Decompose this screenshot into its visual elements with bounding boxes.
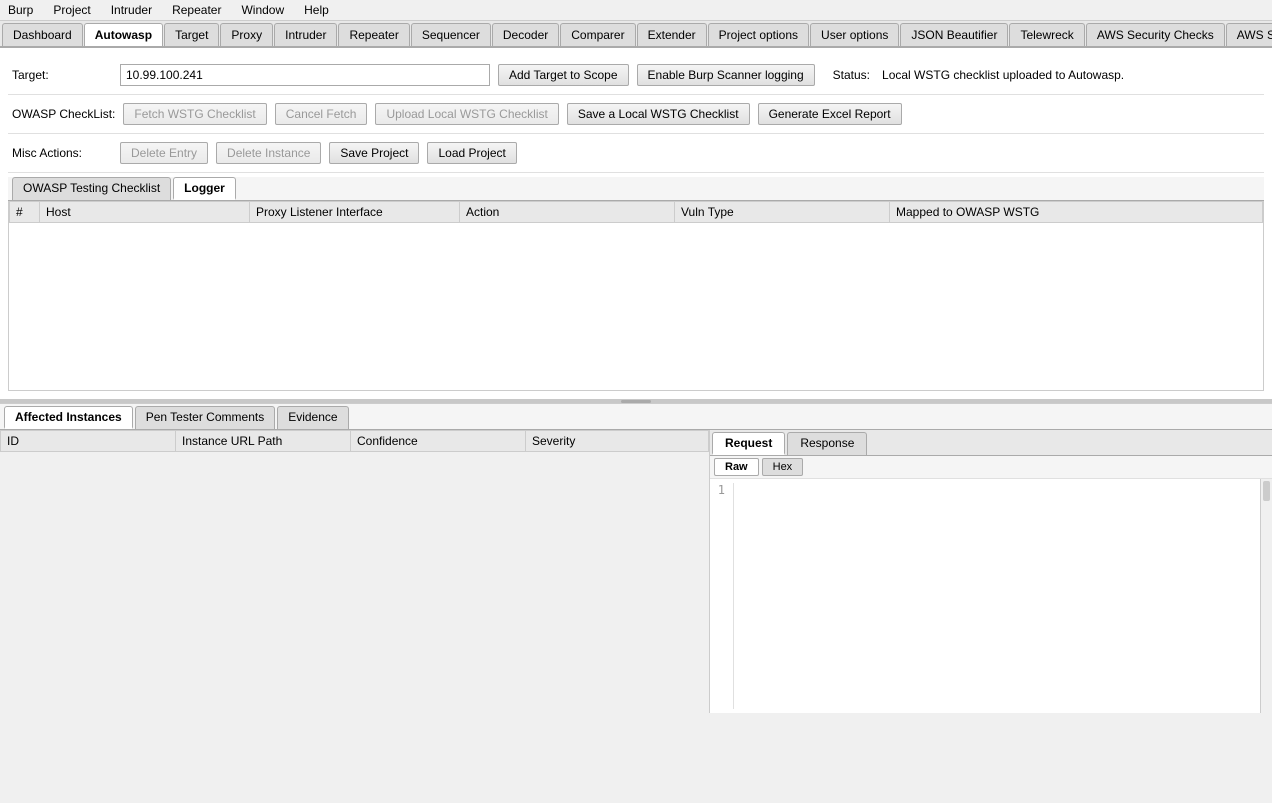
tab-target[interactable]: Target <box>164 23 219 46</box>
upload-wstg-button[interactable]: Upload Local WSTG Checklist <box>375 103 558 125</box>
save-wstg-button[interactable]: Save a Local WSTG Checklist <box>567 103 750 125</box>
target-input[interactable] <box>120 64 490 86</box>
request-sub-tab-bar: Raw Hex <box>710 456 1272 479</box>
instances-table-container: ID Instance URL Path Confidence Severity <box>0 430 710 713</box>
scrollbar-thumb[interactable] <box>1263 481 1270 501</box>
tab-json-beautifier[interactable]: JSON Beautifier <box>900 23 1008 46</box>
col-severity: Severity <box>526 431 709 452</box>
tab-logger[interactable]: Logger <box>173 177 236 200</box>
logger-table-container: # Host Proxy Listener Interface Action V… <box>8 201 1264 391</box>
tab-sequencer[interactable]: Sequencer <box>411 23 491 46</box>
col-host: Host <box>40 202 250 223</box>
tab-user-options[interactable]: User options <box>810 23 899 46</box>
tab-repeater[interactable]: Repeater <box>338 23 409 46</box>
bottom-content: ID Instance URL Path Confidence Severity… <box>0 430 1272 713</box>
enable-logging-button[interactable]: Enable Burp Scanner logging <box>637 64 815 86</box>
load-project-button[interactable]: Load Project <box>427 142 516 164</box>
subtab-hex[interactable]: Hex <box>762 458 804 476</box>
tab-decoder[interactable]: Decoder <box>492 23 559 46</box>
col-number: # <box>10 202 40 223</box>
target-row: Target: Add Target to Scope Enable Burp … <box>8 56 1264 95</box>
menu-repeater[interactable]: Repeater <box>168 2 225 18</box>
line-numbers: 1 <box>714 483 734 709</box>
add-target-button[interactable]: Add Target to Scope <box>498 64 629 86</box>
col-action: Action <box>460 202 675 223</box>
tab-evidence[interactable]: Evidence <box>277 406 348 429</box>
col-id: ID <box>1 431 176 452</box>
tab-project-options[interactable]: Project options <box>708 23 809 46</box>
bottom-tab-bar: Affected Instances Pen Tester Comments E… <box>0 404 1272 430</box>
tab-comparer[interactable]: Comparer <box>560 23 635 46</box>
col-proxy-listener: Proxy Listener Interface <box>250 202 460 223</box>
tab-pen-tester-comments[interactable]: Pen Tester Comments <box>135 406 276 429</box>
tab-aws-security[interactable]: AWS Security Checks <box>1086 23 1225 46</box>
tab-dashboard[interactable]: Dashboard <box>2 23 83 46</box>
generate-excel-button[interactable]: Generate Excel Report <box>758 103 902 125</box>
tab-proxy[interactable]: Proxy <box>220 23 273 46</box>
menu-window[interactable]: Window <box>237 2 288 18</box>
tab-telewreck[interactable]: Telewreck <box>1009 23 1084 46</box>
menu-bar: Burp Project Intruder Repeater Window He… <box>0 0 1272 21</box>
request-text-content <box>742 483 1268 709</box>
menu-help[interactable]: Help <box>300 2 333 18</box>
tab-response[interactable]: Response <box>787 432 867 455</box>
status-text: Local WSTG checklist uploaded to Autowas… <box>882 68 1124 82</box>
instances-table: ID Instance URL Path Confidence Severity <box>0 430 709 452</box>
misc-actions-row: Misc Actions: Delete Entry Delete Instan… <box>8 134 1264 173</box>
save-project-button[interactable]: Save Project <box>329 142 419 164</box>
status-label: Status: <box>833 68 870 82</box>
col-confidence: Confidence <box>351 431 526 452</box>
tab-request[interactable]: Request <box>712 432 785 455</box>
request-pane: Request Response Raw Hex 1 <box>710 430 1272 713</box>
col-mapped-owasp: Mapped to OWASP WSTG <box>890 202 1263 223</box>
cancel-fetch-button[interactable]: Cancel Fetch <box>275 103 368 125</box>
delete-entry-button[interactable]: Delete Entry <box>120 142 208 164</box>
tab-extender[interactable]: Extender <box>637 23 707 46</box>
vertical-scrollbar[interactable] <box>1260 479 1272 713</box>
bottom-pane: Affected Instances Pen Tester Comments E… <box>0 403 1272 713</box>
misc-actions-label: Misc Actions: <box>12 146 112 160</box>
col-vuln-type: Vuln Type <box>675 202 890 223</box>
main-tab-bar: Dashboard Autowasp Target Proxy Intruder… <box>0 21 1272 48</box>
inner-tab-bar: OWASP Testing Checklist Logger <box>8 177 1264 201</box>
owasp-checklist-row: OWASP CheckList: Fetch WSTG Checklist Ca… <box>8 95 1264 134</box>
menu-intruder[interactable]: Intruder <box>107 2 156 18</box>
tab-owasp-testing-checklist[interactable]: OWASP Testing Checklist <box>12 177 171 200</box>
tab-aws-signer[interactable]: AWS Signer <box>1226 23 1272 46</box>
col-instance-url: Instance URL Path <box>176 431 351 452</box>
tab-affected-instances[interactable]: Affected Instances <box>4 406 133 429</box>
request-content-area: 1 <box>710 479 1272 713</box>
menu-burp[interactable]: Burp <box>4 2 37 18</box>
logger-table: # Host Proxy Listener Interface Action V… <box>9 201 1263 223</box>
tab-intruder[interactable]: Intruder <box>274 23 337 46</box>
menu-project[interactable]: Project <box>49 2 94 18</box>
request-tab-bar: Request Response <box>710 430 1272 456</box>
tab-autowasp[interactable]: Autowasp <box>84 23 163 48</box>
main-content: Target: Add Target to Scope Enable Burp … <box>0 48 1272 399</box>
target-label: Target: <box>12 68 112 82</box>
delete-instance-button[interactable]: Delete Instance <box>216 142 321 164</box>
subtab-raw[interactable]: Raw <box>714 458 759 476</box>
owasp-checklist-label: OWASP CheckList: <box>12 107 115 121</box>
fetch-wstg-button[interactable]: Fetch WSTG Checklist <box>123 103 266 125</box>
line-number-1: 1 <box>714 483 725 497</box>
